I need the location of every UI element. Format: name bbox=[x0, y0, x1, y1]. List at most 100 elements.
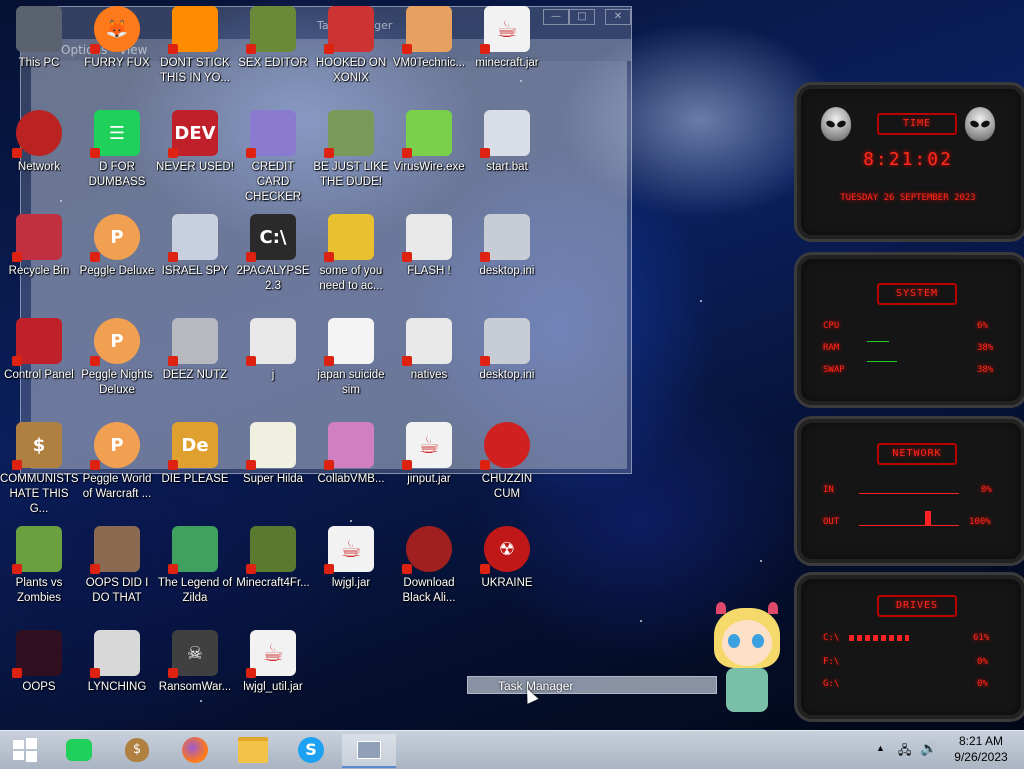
desktop-icon-label: FLASH ! bbox=[407, 265, 451, 277]
taskbar-chat-app[interactable] bbox=[60, 734, 98, 766]
shortcut-overlay-icon bbox=[12, 668, 22, 678]
clock-time[interactable]: 8:21 AM bbox=[946, 734, 1016, 748]
desktop-icon[interactable]: SEX EDITOR bbox=[234, 6, 312, 71]
desktop-icon[interactable]: Download Black Ali... bbox=[390, 526, 468, 606]
desktop-icon[interactable]: j bbox=[234, 318, 312, 383]
desktop-icon[interactable]: CHUZZIN CUM bbox=[468, 422, 546, 502]
gear-rope-icon bbox=[90, 630, 140, 678]
java-icon: ☕ bbox=[480, 6, 530, 54]
taskbar-task-manager[interactable] bbox=[342, 734, 396, 768]
file-icon bbox=[402, 318, 452, 366]
desktop-icon[interactable]: ☕ lwjgl.jar bbox=[312, 526, 390, 591]
shortcut-overlay-icon bbox=[90, 356, 100, 366]
desktop-icon[interactable]: ☰ D FOR DUMBASS bbox=[78, 110, 156, 190]
desktop-icon[interactable]: C:\ 2PACALYPSE 2.3 bbox=[234, 214, 312, 294]
desktop-icon-label: LYNCHING bbox=[87, 681, 147, 693]
cpu-value: 6% bbox=[977, 321, 988, 331]
desktop-icon[interactable]: 🦊 FURRY FUX bbox=[78, 6, 156, 71]
money-bag-icon: $ bbox=[12, 422, 62, 470]
close-button[interactable]: ✕ bbox=[605, 9, 631, 25]
desktop-icon[interactable]: VirusWire.exe bbox=[390, 110, 468, 175]
alien-logo-icon bbox=[965, 107, 995, 141]
desktop-icon[interactable]: DEV NEVER USED! bbox=[156, 110, 234, 175]
shortcut-overlay-icon bbox=[90, 460, 100, 470]
desktop-icon[interactable]: ☠ RansomWar... bbox=[156, 630, 234, 695]
net-in-label: IN bbox=[823, 485, 834, 495]
clock-date[interactable]: 9/26/2023 bbox=[946, 750, 1016, 764]
desktop-icon[interactable]: DEEZ NUTZ bbox=[156, 318, 234, 383]
desktop-icon-label: DEEZ NUTZ bbox=[162, 369, 228, 381]
shortcut-overlay-icon bbox=[168, 564, 178, 574]
show-hidden-icons-chevron[interactable]: ▲ bbox=[876, 743, 885, 753]
desktop-icon[interactable]: HOOKED ON XONIX bbox=[312, 6, 390, 86]
desktop-icon[interactable]: Recycle Bin bbox=[0, 214, 78, 279]
desktop-icon[interactable]: VM0Technic... bbox=[390, 6, 468, 71]
taskbar-file-explorer[interactable] bbox=[234, 734, 272, 766]
desktop-icon[interactable]: some of you need to ac... bbox=[312, 214, 390, 294]
taskbar-skype[interactable]: S bbox=[292, 734, 330, 766]
hud-network-title: NETWORK bbox=[877, 443, 957, 465]
desktop-icon[interactable]: DONT STICK THIS IN YO... bbox=[156, 6, 234, 86]
drive-g-label: G:\ bbox=[823, 679, 840, 689]
desktop-icon[interactable]: CollabVMB... bbox=[312, 422, 390, 487]
taskbar-firefox[interactable] bbox=[176, 734, 214, 766]
start-button[interactable] bbox=[6, 734, 44, 766]
desktop-icon[interactable]: The Legend of Zilda bbox=[156, 526, 234, 606]
shortcut-overlay-icon bbox=[246, 148, 256, 158]
desktop-icon[interactable]: ISRAEL SPY bbox=[156, 214, 234, 279]
desktop-icon[interactable]: desktop.ini bbox=[468, 214, 546, 279]
desktop-icon[interactable]: FLASH ! bbox=[390, 214, 468, 279]
desktop-icon-label: desktop.ini bbox=[479, 265, 535, 277]
network-icon bbox=[12, 110, 62, 158]
shortcut-overlay-icon bbox=[246, 252, 256, 262]
cartoon-character-sticker bbox=[700, 602, 796, 726]
desktop-icon[interactable]: BE JUST LIKE THE DUDE! bbox=[312, 110, 390, 190]
desktop-icon[interactable]: Network bbox=[0, 110, 78, 175]
desktop-icon[interactable]: japan suicide sim bbox=[312, 318, 390, 398]
desktop-icon[interactable]: Super Hilda bbox=[234, 422, 312, 487]
desktop-icon[interactable]: This PC bbox=[0, 6, 78, 71]
desktop-icon[interactable]: ☕ jinput.jar bbox=[390, 422, 468, 487]
desktop-icon[interactable]: De DIE PLEASE bbox=[156, 422, 234, 487]
zelda-icon bbox=[168, 526, 218, 574]
desktop-icon[interactable]: ☕ lwjgl_util.jar bbox=[234, 630, 312, 695]
shortcut-overlay-icon bbox=[324, 460, 334, 470]
desktop-icon[interactable]: CREDIT CARD CHECKER bbox=[234, 110, 312, 205]
computer-icon bbox=[16, 6, 62, 52]
windows-logo-icon bbox=[13, 738, 37, 762]
desktop-icon[interactable]: P Peggle Deluxe bbox=[78, 214, 156, 279]
desktop-icon[interactable]: Control Panel bbox=[0, 318, 78, 383]
lime-icon bbox=[402, 110, 452, 158]
desktop-icon[interactable]: start.bat bbox=[468, 110, 546, 175]
desktop-icon-label: Download Black Ali... bbox=[402, 577, 456, 604]
desktop-icon[interactable]: OOPS DID I DO THAT bbox=[78, 526, 156, 606]
desktop-icon[interactable]: OOPS bbox=[0, 630, 78, 695]
volume-icon[interactable]: 🔊 bbox=[920, 740, 937, 757]
firefox-icon bbox=[182, 737, 208, 763]
desktop-icon[interactable]: ☢ UKRAINE bbox=[468, 526, 546, 591]
desktop-icon[interactable]: LYNCHING bbox=[78, 630, 156, 695]
minimize-button[interactable]: — bbox=[543, 9, 569, 25]
grass-block-icon bbox=[246, 526, 296, 574]
desktop-icon[interactable]: P Peggle Nights Deluxe bbox=[78, 318, 156, 398]
desktop-icon[interactable]: Plants vs Zombies bbox=[0, 526, 78, 606]
network-tray-icon[interactable]: 🖧 bbox=[898, 741, 911, 762]
desktop-icon[interactable]: Minecraft4Fr... bbox=[234, 526, 312, 591]
java-icon: ☕ bbox=[324, 526, 374, 574]
maximize-button[interactable]: □ bbox=[569, 9, 595, 25]
shortcut-overlay-icon bbox=[168, 460, 178, 470]
desktop-icon[interactable]: ☕ minecraft.jar bbox=[468, 6, 546, 71]
hud-time-value: 8:21:02 bbox=[863, 149, 953, 170]
desktop-icon[interactable]: natives bbox=[390, 318, 468, 383]
swap-graph bbox=[867, 361, 897, 362]
shortcut-overlay-icon bbox=[402, 460, 412, 470]
folder-icon bbox=[238, 737, 268, 763]
taskbar-money-bag-app[interactable]: $ bbox=[118, 734, 156, 766]
desktop-icon[interactable]: P Peggle World of Warcraft ... bbox=[78, 422, 156, 502]
desktop-icon[interactable]: desktop.ini bbox=[468, 318, 546, 383]
desktop-icon[interactable]: $ COMMUNISTS HATE THIS G... bbox=[0, 422, 79, 517]
control-panel-icon bbox=[12, 318, 62, 366]
desktop-icon-label: Control Panel bbox=[4, 369, 74, 381]
file-icon bbox=[402, 214, 452, 262]
portrait-icon bbox=[90, 526, 140, 574]
